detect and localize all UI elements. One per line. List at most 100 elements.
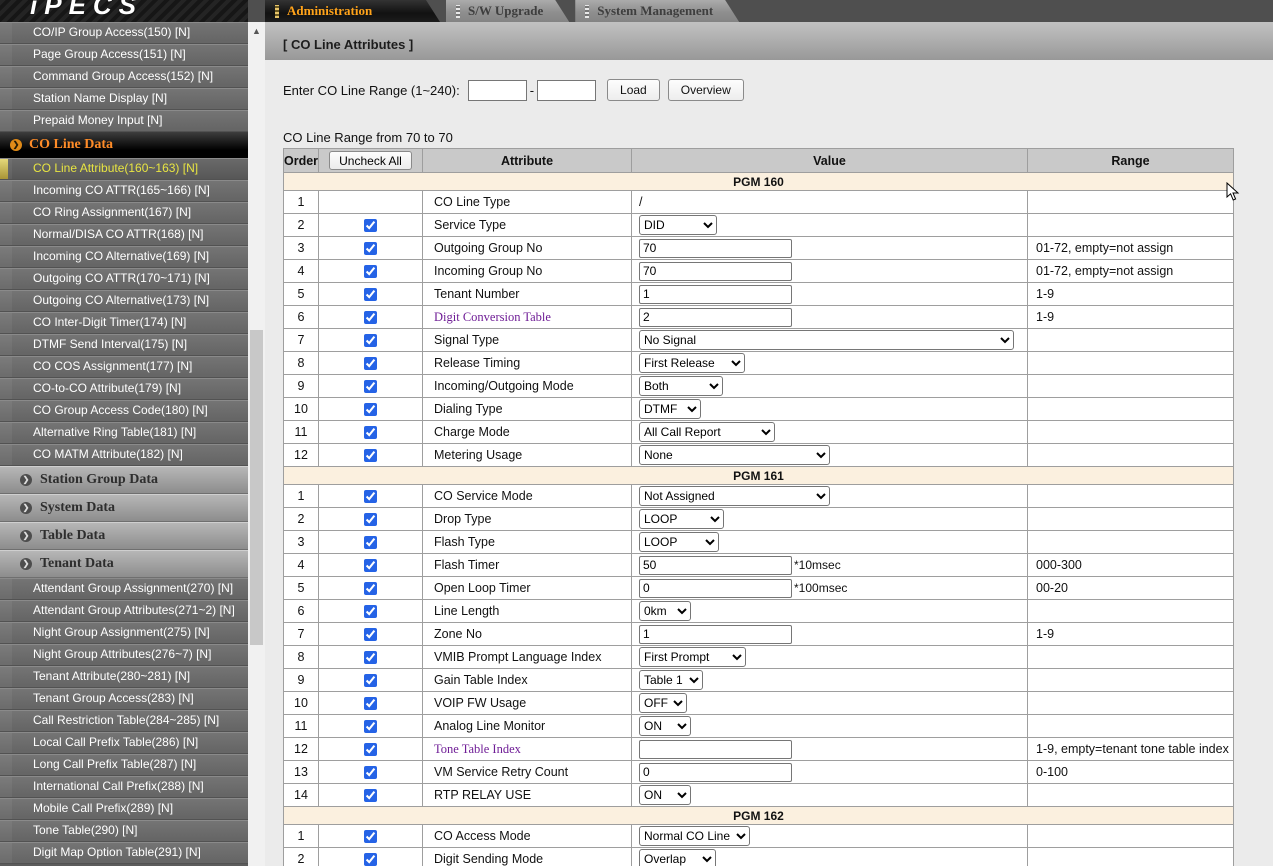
value-select[interactable]: Both — [639, 376, 723, 396]
row-checkbox[interactable] — [364, 357, 377, 371]
sidebar-item-co-cos-assignment-177-n[interactable]: CO COS Assignment(177) [N] — [0, 356, 248, 378]
range-to-input[interactable] — [537, 79, 597, 101]
row-checkbox[interactable] — [364, 334, 377, 348]
value-select[interactable]: Overlap — [639, 849, 716, 866]
sidebar-item-long-call-prefix-table-287-n[interactable]: Long Call Prefix Table(287) [N] — [0, 754, 248, 776]
row-checkbox[interactable] — [364, 219, 377, 233]
value-input[interactable] — [639, 307, 792, 327]
value-select[interactable]: DID — [639, 215, 717, 235]
sidebar-item-tone-table-290-n[interactable]: Tone Table(290) [N] — [0, 820, 248, 842]
sidebar-item-normal-disa-co-attr-168-n[interactable]: Normal/DISA CO ATTR(168) [N] — [0, 224, 248, 246]
row-checkbox[interactable] — [364, 265, 377, 279]
sidebar-item-alternative-ring-table-181-n[interactable]: Alternative Ring Table(181) [N] — [0, 422, 248, 444]
sidebar-item-local-call-prefix-table-286-n[interactable]: Local Call Prefix Table(286) [N] — [0, 732, 248, 754]
sidebar-item-co-inter-digit-timer-174-n[interactable]: CO Inter-Digit Timer(174) [N] — [0, 312, 248, 334]
row-checkbox[interactable] — [364, 288, 377, 302]
value-select[interactable]: ON — [639, 716, 691, 736]
value-select[interactable]: 0km — [639, 601, 691, 621]
load-button[interactable]: Load — [607, 79, 660, 101]
sidebar-group-table-data[interactable]: ❯ Table Data — [0, 522, 248, 550]
value-input[interactable] — [639, 238, 792, 258]
sidebar-item-command-group-access-152-n[interactable]: Command Group Access(152) [N] — [0, 66, 248, 88]
value-input[interactable] — [639, 284, 792, 304]
tab-system-management[interactable]: System Management — [575, 0, 739, 22]
value-select[interactable]: None — [639, 445, 830, 465]
value-input[interactable] — [639, 578, 792, 598]
sidebar-item-dtmf-send-interval-175-n[interactable]: DTMF Send Interval(175) [N] — [0, 334, 248, 356]
row-checkbox[interactable] — [364, 380, 377, 394]
sidebar-item-outgoing-co-alternative-173-n[interactable]: Outgoing CO Alternative(173) [N] — [0, 290, 248, 312]
row-checkbox[interactable] — [364, 536, 377, 550]
value-select[interactable]: OFF — [639, 693, 687, 713]
sidebar-item-co-ring-assignment-167-n[interactable]: CO Ring Assignment(167) [N] — [0, 202, 248, 224]
value-select[interactable]: ON — [639, 785, 691, 805]
value-input[interactable] — [639, 739, 792, 759]
sidebar-item-co-ip-group-access-150-n[interactable]: CO/IP Group Access(150) [N] — [0, 22, 248, 44]
row-checkbox[interactable] — [364, 582, 377, 596]
sidebar-item-station-name-display-n[interactable]: Station Name Display [N] — [0, 88, 248, 110]
row-checkbox[interactable] — [364, 242, 377, 256]
sidebar-item-tenant-group-access-283-n[interactable]: Tenant Group Access(283) [N] — [0, 688, 248, 710]
row-checkbox[interactable] — [364, 853, 377, 866]
row-checkbox[interactable] — [364, 743, 377, 757]
value-select[interactable]: LOOP — [639, 509, 724, 529]
value-select[interactable]: DTMF — [639, 399, 701, 419]
value-input[interactable] — [639, 624, 792, 644]
row-checkbox[interactable] — [364, 311, 377, 325]
sidebar-item-page-group-access-151-n[interactable]: Page Group Access(151) [N] — [0, 44, 248, 66]
sidebar-item-incoming-co-alternative-169-n[interactable]: Incoming CO Alternative(169) [N] — [0, 246, 248, 268]
value-select[interactable]: Not Assigned — [639, 486, 830, 506]
sidebar-item-co-matm-attribute-182-n[interactable]: CO MATM Attribute(182) [N] — [0, 444, 248, 466]
row-checkbox[interactable] — [364, 628, 377, 642]
value-select[interactable]: Normal CO Line — [639, 826, 750, 846]
row-checkbox[interactable] — [364, 766, 377, 780]
sidebar-item-night-group-attributes-276-7-n[interactable]: Night Group Attributes(276~7) [N] — [0, 644, 248, 666]
sidebar-item-digit-map-option-table-291-n[interactable]: Digit Map Option Table(291) [N] — [0, 842, 248, 864]
attribute-link[interactable]: Tone Table Index — [434, 742, 521, 756]
sidebar-item-incoming-co-attr-165-166-n[interactable]: Incoming CO ATTR(165~166) [N] — [0, 180, 248, 202]
sidebar-item-prepaid-money-input-n[interactable]: Prepaid Money Input [N] — [0, 110, 248, 132]
value-select[interactable]: No Signal — [639, 330, 1014, 350]
sidebar-scrollbar[interactable]: ▲ — [248, 22, 265, 866]
row-checkbox[interactable] — [364, 513, 377, 527]
row-checkbox[interactable] — [364, 720, 377, 734]
row-checkbox[interactable] — [364, 426, 377, 440]
row-checkbox[interactable] — [364, 403, 377, 417]
row-checkbox[interactable] — [364, 651, 377, 665]
row-checkbox[interactable] — [364, 830, 377, 844]
range-from-input[interactable] — [467, 79, 527, 101]
value-input[interactable] — [639, 261, 792, 281]
value-select[interactable]: First Prompt — [639, 647, 746, 667]
sidebar-item-mobile-call-prefix-289-n[interactable]: Mobile Call Prefix(289) [N] — [0, 798, 248, 820]
row-checkbox[interactable] — [364, 789, 377, 803]
sidebar-item-attendant-group-assignment-270-n[interactable]: Attendant Group Assignment(270) [N] — [0, 578, 248, 600]
overview-button[interactable]: Overview — [667, 79, 744, 101]
tab-sw-upgrade[interactable]: S/W Upgrade — [446, 0, 569, 22]
row-checkbox[interactable] — [364, 697, 377, 711]
row-checkbox[interactable] — [364, 674, 377, 688]
sidebar-item-outgoing-co-attr-170-171-n[interactable]: Outgoing CO ATTR(170~171) [N] — [0, 268, 248, 290]
uncheck-all-button[interactable]: Uncheck All — [329, 151, 412, 170]
value-input[interactable] — [639, 555, 792, 575]
row-checkbox[interactable] — [364, 449, 377, 463]
value-select[interactable]: LOOP — [639, 532, 719, 552]
sidebar-item-night-group-assignment-275-n[interactable]: Night Group Assignment(275) [N] — [0, 622, 248, 644]
sidebar-item-tenant-attribute-280-281-n[interactable]: Tenant Attribute(280~281) [N] — [0, 666, 248, 688]
row-checkbox[interactable] — [364, 559, 377, 573]
row-checkbox[interactable] — [364, 605, 377, 619]
sidebar-item-international-call-prefix-288-n[interactable]: International Call Prefix(288) [N] — [0, 776, 248, 798]
sidebar-item-attendant-group-attributes-271-2-n[interactable]: Attendant Group Attributes(271~2) [N] — [0, 600, 248, 622]
value-select[interactable]: First Release — [639, 353, 745, 373]
sidebar-item-co-line-attribute-160-163-n[interactable]: CO Line Attribute(160~163) [N] — [0, 158, 248, 180]
sidebar-item-call-restriction-table-284-285-n[interactable]: Call Restriction Table(284~285) [N] — [0, 710, 248, 732]
value-select[interactable]: Table 1 — [639, 670, 703, 690]
sidebar-group-tenant-data[interactable]: ❯ Tenant Data — [0, 550, 248, 578]
tab-administration[interactable]: Administration — [265, 0, 440, 22]
sidebar-group-co-line-data[interactable]: ❯ CO Line Data — [0, 132, 248, 158]
attribute-link[interactable]: Digit Conversion Table — [434, 310, 551, 324]
sidebar-item-co-group-access-code-180-n[interactable]: CO Group Access Code(180) [N] — [0, 400, 248, 422]
scroll-up-arrow-icon[interactable]: ▲ — [248, 24, 265, 38]
sidebar-item-co-to-co-attribute-179-n[interactable]: CO-to-CO Attribute(179) [N] — [0, 378, 248, 400]
value-select[interactable]: All Call Report — [639, 422, 775, 442]
row-checkbox[interactable] — [364, 490, 377, 504]
